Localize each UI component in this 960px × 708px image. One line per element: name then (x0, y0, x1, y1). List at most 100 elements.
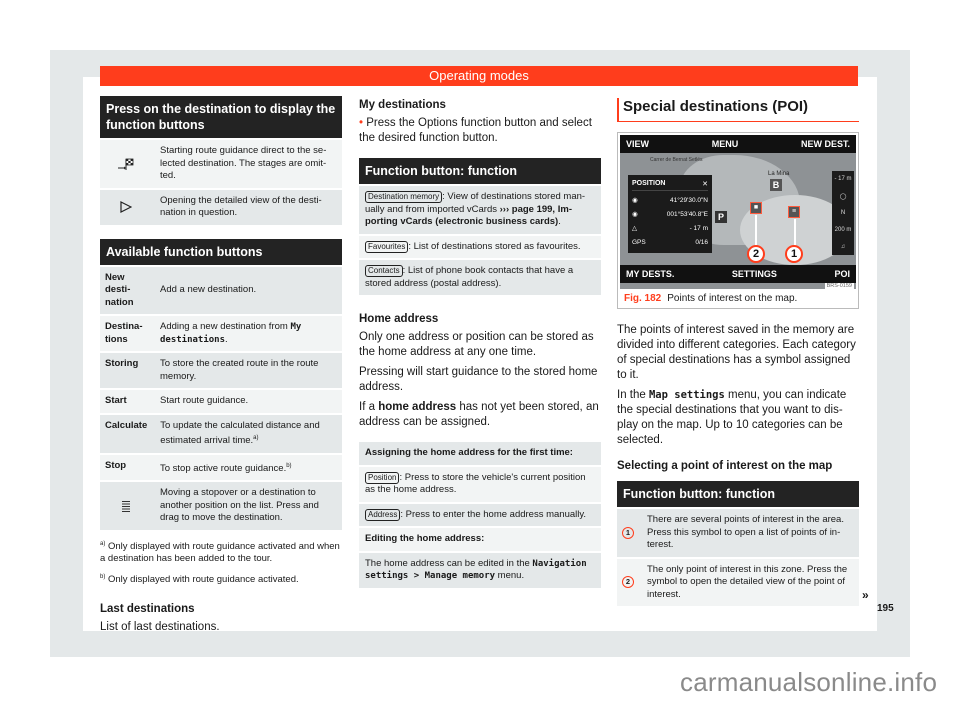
row-text: : Press to store the vehicle's current p… (365, 471, 586, 496)
longitude-value: 001°53'40.8"E (666, 210, 708, 218)
my-dests-button[interactable]: MY DESTS. (626, 269, 674, 279)
altitude-icon: △ (632, 225, 637, 232)
play-triangle-icon (100, 189, 152, 225)
poi-button[interactable]: POI (834, 269, 850, 279)
image-code: BRS-0159 (824, 283, 854, 289)
row-text-main: To stop active route guidance. (160, 462, 287, 474)
position-title: POSITION (632, 180, 666, 187)
table-row: Opening the detailed view of the desti­n… (100, 189, 342, 225)
poi-marker-2[interactable]: ■ (750, 202, 762, 214)
table-title: Press on the destination to display the … (100, 96, 342, 138)
gps-icon: GPS (632, 238, 646, 246)
table-row: Starting route guidance direct to the se… (100, 140, 342, 188)
row-text: menu. (495, 570, 525, 581)
row-text: : List of destinations stored as favouri… (408, 240, 581, 252)
number-circle: 2 (622, 576, 634, 589)
row-label: Start (100, 390, 152, 413)
row-label: Destina­tions (100, 316, 152, 351)
row-text-suffix: . (225, 333, 228, 345)
contacts-button[interactable]: Contacts (365, 265, 403, 277)
footnote-mark: b) (100, 573, 106, 580)
selecting-poi-heading: Selecting a point of interest on the map (617, 460, 833, 472)
poi-function-table: Function button: function 1 There are se… (617, 481, 859, 606)
figure-number: Fig. 182 (624, 293, 662, 304)
globe-icon: ◉ (632, 211, 638, 218)
mute-icon[interactable]: ♫ (841, 244, 846, 250)
north-icon[interactable]: N (841, 210, 845, 216)
scale-control[interactable]: 200 m (835, 227, 852, 233)
callout-number-icon: 2 (617, 558, 639, 606)
map-bottom-bar: MY DESTS. SETTINGS POI (620, 265, 856, 283)
row-label: Calculate (100, 414, 153, 453)
home-address-para: Only one address or position can be stor… (359, 331, 594, 358)
table-row: Address: Press to enter the home address… (359, 503, 601, 526)
row-text: Add a new destination. (154, 266, 342, 314)
row-label: Stop (100, 454, 152, 481)
table-row: Contacts: List of phone book contacts th… (359, 260, 601, 295)
table-title: Function button: function (359, 158, 601, 184)
destination-buttons-table: Press on the destination to display the … (100, 96, 342, 225)
footnote-ref: a) (253, 435, 259, 441)
table-title: Function button: function (617, 481, 859, 507)
table-row: Stop To stop active route guidance.b) (100, 454, 342, 481)
section-title: Special destinations (POI) (617, 98, 859, 122)
poi-para: In the Map settings menu, you can indica… (617, 388, 859, 448)
checkered-flag-arrow-icon (100, 140, 152, 188)
poi-marker-1[interactable]: ≡ (788, 206, 800, 218)
table-row: Destina­tions Adding a new destination f… (100, 316, 342, 351)
poi-para: The points of interest saved in the memo… (617, 324, 856, 381)
row-text: Start route guidance. (154, 390, 342, 413)
my-destinations-heading: My destinations (359, 99, 446, 111)
map-side-controls: - 17 m ◯ N 200 m ♫ (832, 171, 854, 255)
compass-icon[interactable]: ◯ (840, 193, 847, 200)
right-column: Special destinations (POI) VIEW MENU NEW… (617, 98, 859, 606)
table-row: Destination memory: View of destinations… (359, 186, 601, 234)
new-dest-button[interactable]: NEW DEST. (801, 139, 850, 149)
table-row: Favourites: List of destinations stored … (359, 235, 601, 258)
table-title: Available function buttons (100, 238, 342, 265)
row-text: Adding a new destination from My destina… (154, 316, 342, 351)
close-icon[interactable]: ✕ (702, 180, 708, 188)
callout-1: 1 (785, 245, 803, 263)
row-text-prefix: Adding a new destination from (160, 321, 291, 332)
home-address-para: If a home address has not yet been store… (359, 400, 601, 430)
row-text: Opening the detailed view of the desti­n… (154, 189, 342, 225)
bullet-icon: • (359, 117, 364, 129)
destination-memory-button[interactable]: Destination memory (365, 191, 443, 203)
row-label: Storing (100, 353, 152, 388)
position-panel: POSITION ✕ ◉ 41°29'30.0"N ◉ 001°53'40.8"E △… (628, 175, 712, 253)
available-function-buttons-table: Available function buttons New desti­nat… (100, 238, 342, 530)
figure-caption: Fig. 182 Points of interest on the map. (620, 289, 856, 306)
table-row: New desti­nation Add a new destination. (100, 266, 342, 314)
position-button[interactable]: Position (365, 471, 400, 484)
continued-icon: » (862, 588, 869, 602)
row-label: New desti­nation (100, 266, 152, 314)
navigation-map-screenshot: VIEW MENU NEW DEST. Carrer de Bernat Set… (620, 135, 856, 289)
home-address-table: Assigning the home address for the first… (359, 442, 601, 588)
favourites-button[interactable]: Favourites (365, 240, 409, 253)
view-button[interactable]: VIEW (626, 139, 649, 149)
page-number: 195 (877, 603, 894, 614)
row-text: There are several points of interest in … (641, 509, 859, 557)
settings-button[interactable]: SETTINGS (732, 269, 777, 279)
table-row: The home address can be edited in the Na… (359, 552, 601, 588)
footnote-text: Only displayed with route guidance activ… (107, 574, 299, 586)
table-row: 1 There are several points of interest i… (617, 509, 859, 557)
place-label: La Mina (768, 171, 790, 177)
menu-button[interactable]: MENU (712, 139, 739, 149)
last-destinations-text: List of last destinations. (100, 620, 220, 633)
poi-marker[interactable]: B (770, 179, 782, 191)
number-circle: 1 (622, 526, 634, 539)
altitude-value: - 17 m (689, 224, 708, 232)
globe-icon: ◉ (632, 197, 638, 204)
watermark: carmanualsonline.info (680, 667, 938, 697)
parking-marker[interactable]: P (715, 211, 727, 223)
table-row: Calculate To update the calculated dista… (100, 414, 342, 453)
altitude-control[interactable]: - 17 m (834, 176, 851, 182)
table-subheader: Editing the home address: (359, 528, 601, 551)
address-button[interactable]: Address (365, 508, 401, 521)
table-row: Moving a stopover or a destination to an… (100, 482, 342, 530)
footnote-ref: b) (286, 462, 292, 469)
home-address-heading: Home address (359, 313, 439, 325)
figure: VIEW MENU NEW DEST. Carrer de Bernat Set… (617, 132, 859, 309)
